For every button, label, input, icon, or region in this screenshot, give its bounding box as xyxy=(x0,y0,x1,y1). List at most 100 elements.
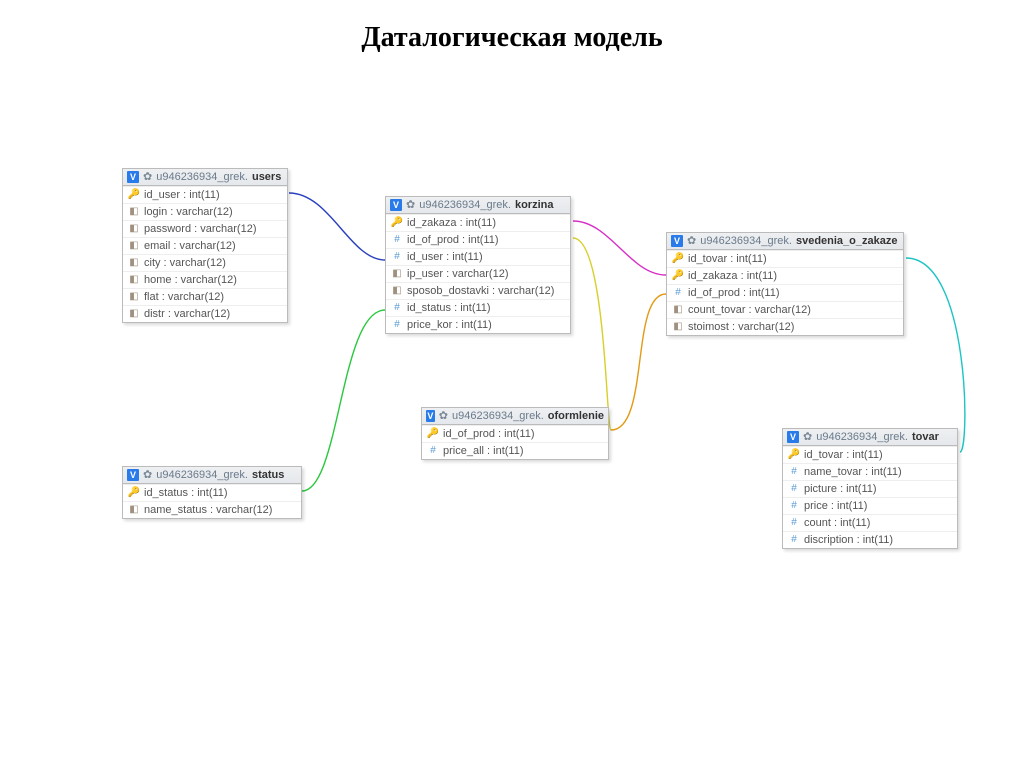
column-row[interactable]: ◧city : varchar(12) xyxy=(123,254,287,271)
table-badge-icon: V xyxy=(127,171,139,183)
column-row[interactable]: 🔑id_tovar : int(11) xyxy=(667,250,903,267)
column-label: picture : int(11) xyxy=(804,483,877,495)
table-badge-icon: V xyxy=(390,199,402,211)
num-icon: # xyxy=(789,467,799,477)
table-status[interactable]: V✿u946236934_grek.status🔑id_status : int… xyxy=(122,466,302,519)
gear-icon[interactable]: ✿ xyxy=(439,411,448,422)
column-row[interactable]: # price_all : int(11) xyxy=(422,442,608,459)
column-label: ip_user : varchar(12) xyxy=(407,268,509,280)
table-oformlenie[interactable]: V✿u946236934_grek.oformlenie🔑id_of_prod … xyxy=(421,407,609,460)
table-badge-icon: V xyxy=(671,235,683,247)
column-label: discription : int(11) xyxy=(804,534,893,546)
table-badge-icon: V xyxy=(787,431,799,443)
text-icon: ◧ xyxy=(392,286,402,296)
column-label: password : varchar(12) xyxy=(144,223,257,235)
table-db-prefix: u946236934_grek. xyxy=(816,431,908,443)
column-label: sposob_dostavki : varchar(12) xyxy=(407,285,554,297)
relationship-edges xyxy=(0,0,1024,768)
column-label: id_tovar : int(11) xyxy=(804,449,883,461)
column-row[interactable]: #id_status : int(11) xyxy=(386,299,570,316)
table-badge-icon: V xyxy=(127,469,139,481)
num-icon: # xyxy=(392,235,402,245)
column-label: id_status : int(11) xyxy=(144,487,228,499)
table-header-status[interactable]: V✿u946236934_grek.status xyxy=(123,467,301,484)
column-label: stoimost : varchar(12) xyxy=(688,321,794,333)
column-row[interactable]: 🔑id_of_prod : int(11) xyxy=(422,425,608,442)
table-header-oformlenie[interactable]: V✿u946236934_grek.oformlenie xyxy=(422,408,608,425)
column-label: login : varchar(12) xyxy=(144,206,233,218)
column-row[interactable]: # name_tovar : int(11) xyxy=(783,463,957,480)
column-row[interactable]: #id_of_prod : int(11) xyxy=(667,284,903,301)
column-row[interactable]: 🔑id_zakaza : int(11) xyxy=(386,214,570,231)
column-label: id_user : int(11) xyxy=(407,251,483,263)
column-row[interactable]: #count : int(11) xyxy=(783,514,957,531)
column-row[interactable]: ◧ip_user : varchar(12) xyxy=(386,265,570,282)
table-users[interactable]: V✿u946236934_grek.users🔑id_user : int(11… xyxy=(122,168,288,323)
column-row[interactable]: ◧home : varchar(12) xyxy=(123,271,287,288)
edge-2 xyxy=(302,310,385,491)
column-label: name_tovar : int(11) xyxy=(804,466,902,478)
column-row[interactable]: ◧ login : varchar(12) xyxy=(123,203,287,220)
column-row[interactable]: # picture : int(11) xyxy=(783,480,957,497)
column-label: id_tovar : int(11) xyxy=(688,253,767,265)
column-label: id_of_prod : int(11) xyxy=(688,287,780,299)
column-label: price_kor : int(11) xyxy=(407,319,492,331)
table-header-users[interactable]: V✿u946236934_grek.users xyxy=(123,169,287,186)
column-row[interactable]: ◧ count_tovar : varchar(12) xyxy=(667,301,903,318)
gear-icon[interactable]: ✿ xyxy=(687,236,696,247)
column-row[interactable]: 🔑 id_user : int(11) xyxy=(123,186,287,203)
key-icon: 🔑 xyxy=(673,271,683,281)
column-row[interactable]: # price : int(11) xyxy=(783,497,957,514)
text-icon: ◧ xyxy=(673,305,683,315)
column-row[interactable]: ◧password : varchar(12) xyxy=(123,220,287,237)
column-label: id_of_prod : int(11) xyxy=(443,428,535,440)
column-row[interactable]: ◧distr : varchar(12) xyxy=(123,305,287,322)
table-name: oformlenie xyxy=(548,410,604,422)
text-icon: ◧ xyxy=(129,292,139,302)
column-row[interactable]: ◧name_status : varchar(12) xyxy=(123,501,301,518)
table-korzina[interactable]: V✿u946236934_grek.korzina🔑id_zakaza : in… xyxy=(385,196,571,334)
table-tovar[interactable]: V ✿ u946236934_grek. tovar 🔑 id_tovar : int(1… xyxy=(782,428,958,549)
column-row[interactable]: 🔑 id_status : int(11) xyxy=(123,484,301,501)
column-label: id_of_prod : int(11) xyxy=(407,234,499,246)
table-db-prefix: u946236934_grek. xyxy=(419,199,511,211)
table-header-korzina[interactable]: V✿u946236934_grek.korzina xyxy=(386,197,570,214)
column-label: home : varchar(12) xyxy=(144,274,237,286)
num-icon: # xyxy=(789,518,799,528)
table-header-tovar[interactable]: V ✿ u946236934_grek. tovar xyxy=(783,429,957,446)
table-name: tovar xyxy=(912,431,939,443)
er-canvas: V✿u946236934_grek.users🔑id_user : int(11… xyxy=(0,0,1024,768)
column-label: price_all : int(11) xyxy=(443,445,524,457)
column-row[interactable]: ◧email : varchar(12) xyxy=(123,237,287,254)
column-row[interactable]: #discription : int(11) xyxy=(783,531,957,548)
num-icon: # xyxy=(428,446,438,456)
table-name: svedenia_o_zakaze xyxy=(796,235,898,247)
column-label: id_zakaza : int(11) xyxy=(407,217,496,229)
table-header-svedenia[interactable]: V ✿ u946236934_grek. svedenia_o_zakaze xyxy=(667,233,903,250)
column-row[interactable]: # id_of_prod : int(11) xyxy=(386,231,570,248)
column-row[interactable]: ◧flat : varchar(12) xyxy=(123,288,287,305)
num-icon: # xyxy=(789,484,799,494)
table-svedenia[interactable]: V✿u946236934_grek.svedenia_o_zakaze🔑id_t… xyxy=(666,232,904,336)
gear-icon[interactable]: ✿ xyxy=(406,200,415,211)
column-label: email : varchar(12) xyxy=(144,240,236,252)
column-row[interactable]: 🔑 id_zakaza : int(11) xyxy=(667,267,903,284)
column-label: count_tovar : varchar(12) xyxy=(688,304,811,316)
column-row[interactable]: 🔑 id_tovar : int(11) xyxy=(783,446,957,463)
column-label: price : int(11) xyxy=(804,500,867,512)
table-db-prefix: u946236934_grek. xyxy=(700,235,792,247)
gear-icon[interactable]: ✿ xyxy=(803,432,812,443)
column-row[interactable]: ◧stoimost : varchar(12) xyxy=(667,318,903,335)
gear-icon[interactable]: ✿ xyxy=(143,470,152,481)
column-row[interactable]: #price_kor : int(11) xyxy=(386,316,570,333)
key-icon: 🔑 xyxy=(129,488,139,498)
column-label: id_user : int(11) xyxy=(144,189,220,201)
column-label: id_zakaza : int(11) xyxy=(688,270,777,282)
column-row[interactable]: #id_user : int(11) xyxy=(386,248,570,265)
text-icon: ◧ xyxy=(129,207,139,217)
key-icon: 🔑 xyxy=(789,450,799,460)
key-icon: 🔑 xyxy=(129,190,139,200)
num-icon: # xyxy=(789,501,799,511)
column-row[interactable]: ◧ sposob_dostavki : varchar(12) xyxy=(386,282,570,299)
gear-icon[interactable]: ✿ xyxy=(143,172,152,183)
